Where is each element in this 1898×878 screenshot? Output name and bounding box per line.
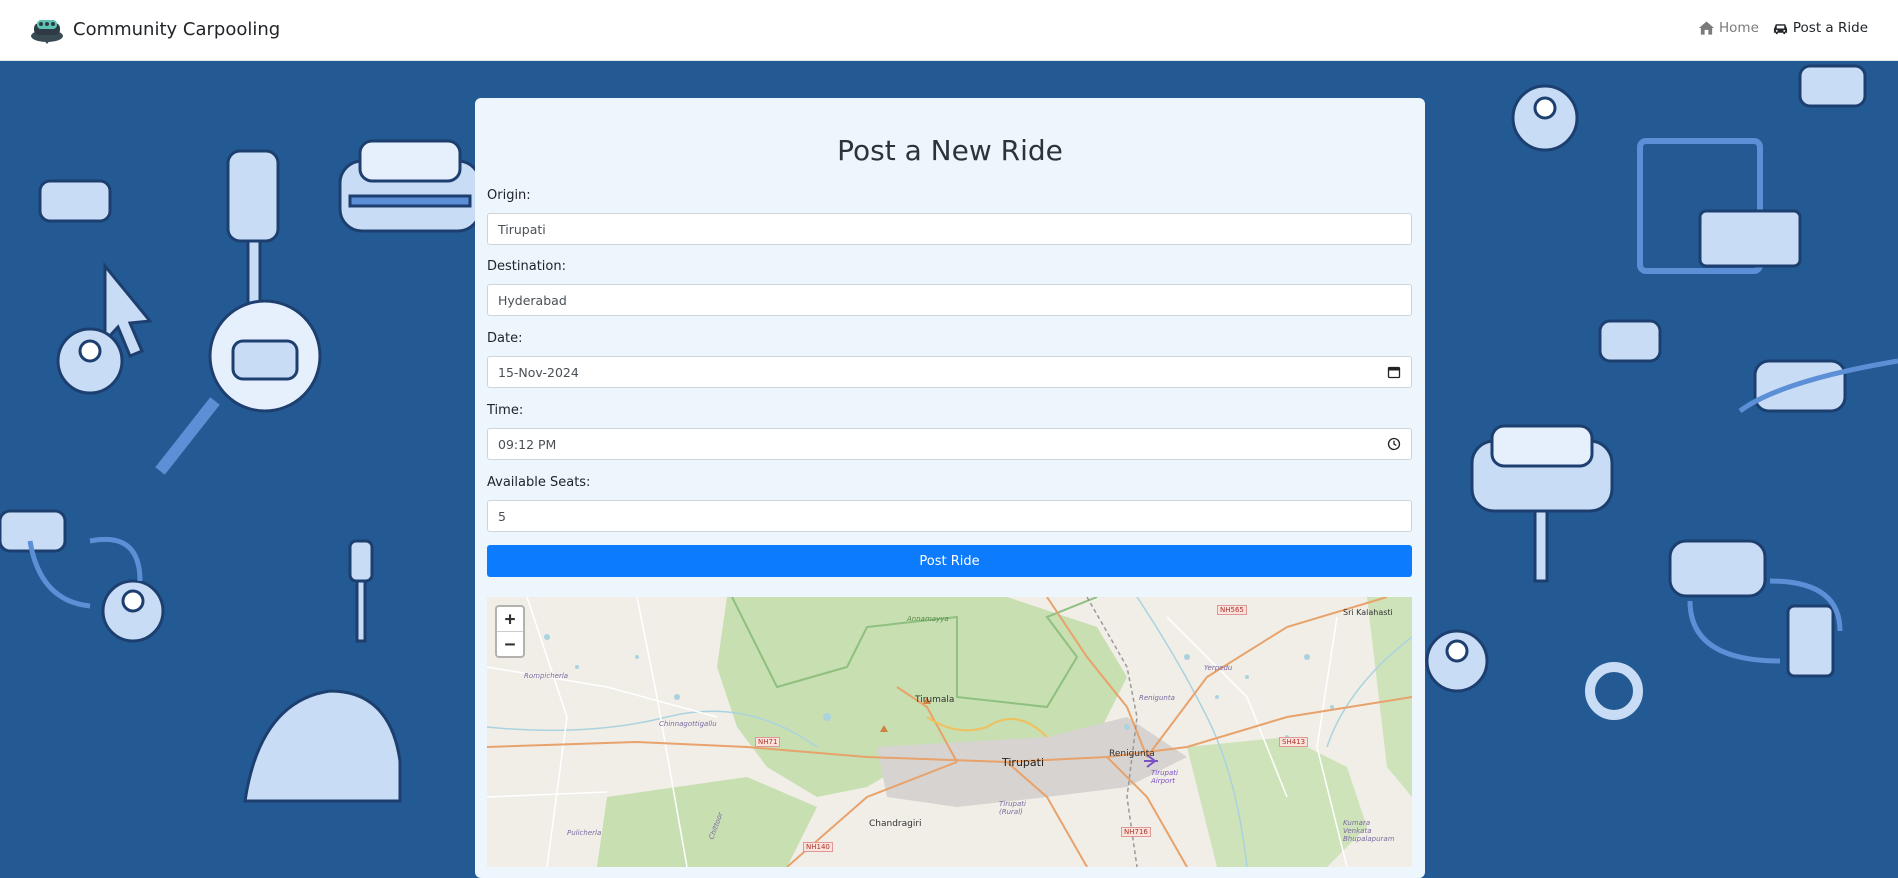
user-pattern-icon (101, 579, 165, 643)
nav-post-ride-link[interactable]: Post a Ride (1773, 20, 1868, 36)
clock-icon[interactable] (1387, 437, 1401, 451)
post-ride-button[interactable]: Post Ride (487, 545, 1412, 577)
map-label-rompicherla: Rompicherla (524, 672, 569, 680)
destination-value: Hyderabad (498, 292, 567, 308)
nav-home-link[interactable]: Home (1699, 20, 1759, 36)
car-pattern-icon (338, 139, 482, 233)
road-shield-nh565: NH565 (1217, 605, 1247, 615)
user-pattern-icon (1425, 629, 1489, 693)
origin-input[interactable]: Tirupati (487, 213, 1412, 245)
destination-input[interactable]: Hyderabad (487, 284, 1412, 316)
time-input[interactable]: 09:12 PM (487, 428, 1412, 460)
time-value: 09:12 PM (498, 436, 557, 452)
car-pattern-icon (1798, 64, 1867, 108)
page-title: Post a New Ride (837, 134, 1063, 167)
map-tiles[interactable] (487, 597, 1412, 867)
brand[interactable]: Community Carpooling (29, 13, 280, 45)
seats-value: 5 (498, 508, 506, 524)
date-input[interactable]: 15-Nov-2024 (487, 356, 1412, 388)
map-label-chinnagottigallu: Chinnagottigallu (659, 720, 717, 728)
user-pattern-icon (56, 327, 124, 395)
nav-post-ride-label: Post a Ride (1792, 20, 1868, 36)
home-icon (1699, 21, 1715, 35)
origin-label: Origin: (487, 188, 531, 203)
nav-links: Home Post a Ride (1699, 20, 1868, 36)
car-icon (1773, 24, 1787, 35)
car-pattern-icon (1753, 359, 1847, 413)
date-label: Date: (487, 331, 523, 346)
map-label-pulicherla: Pulicherla (567, 829, 602, 837)
zoom-in-button[interactable]: + (497, 607, 523, 632)
map-label-annamayya: Annamayya (907, 615, 949, 623)
map-label-tirupati-airport: Tirupati Airport (1151, 769, 1178, 785)
time-label: Time: (487, 403, 524, 418)
brand-name: Community Carpooling (73, 18, 281, 40)
road-shield-nh71: NH71 (755, 737, 781, 747)
map-zoom-control: + − (495, 605, 525, 658)
route-map[interactable]: Tirumala Tirupati Renigunta Renigunta Ti… (487, 597, 1412, 867)
map-label-kumara-venkata: Kumara Venkata Bhupalapuram (1343, 819, 1395, 843)
map-label-tirumala: Tirumala (915, 695, 955, 705)
map-label-yerpedu: Yerpedu (1204, 664, 1233, 672)
post-ride-card: Post a New Ride Origin: Tirupati Destina… (475, 98, 1425, 878)
map-label-tirupati-rural: Tirupati (Rural) (999, 800, 1026, 816)
seats-label: Available Seats: (487, 475, 591, 490)
navbar: Community Carpooling Home Post a Ride (0, 0, 1898, 61)
road-shield-nh716: NH716 (1121, 827, 1151, 837)
map-label-sri-kalahasti: Sri Kalahasti (1343, 608, 1393, 617)
car-pattern-icon (38, 179, 112, 223)
destination-label: Destination: (487, 259, 566, 274)
nav-home-label: Home (1719, 20, 1759, 36)
seats-input[interactable]: 5 (487, 500, 1412, 532)
user-pattern-icon (1511, 84, 1579, 152)
road-shield-sh413: SH413 (1279, 737, 1309, 747)
map-label-tirupati: Tirupati (1002, 756, 1045, 769)
phone-pattern-icon (1786, 604, 1835, 678)
map-label-renigunta: Renigunta (1109, 749, 1155, 759)
map-label-renigunta-small: Renigunta (1139, 694, 1175, 702)
map-label-chandragiri: Chandragiri (869, 819, 922, 829)
zoom-out-button[interactable]: − (497, 632, 523, 656)
car-pattern-icon (1598, 319, 1662, 363)
origin-value: Tirupati (498, 221, 546, 237)
calendar-icon[interactable] (1387, 365, 1401, 379)
car-pattern-icon (1668, 539, 1767, 598)
road-shield-nh140: NH140 (803, 842, 833, 852)
carpool-logo-icon (31, 20, 63, 44)
date-value: 15-Nov-2024 (498, 364, 579, 380)
